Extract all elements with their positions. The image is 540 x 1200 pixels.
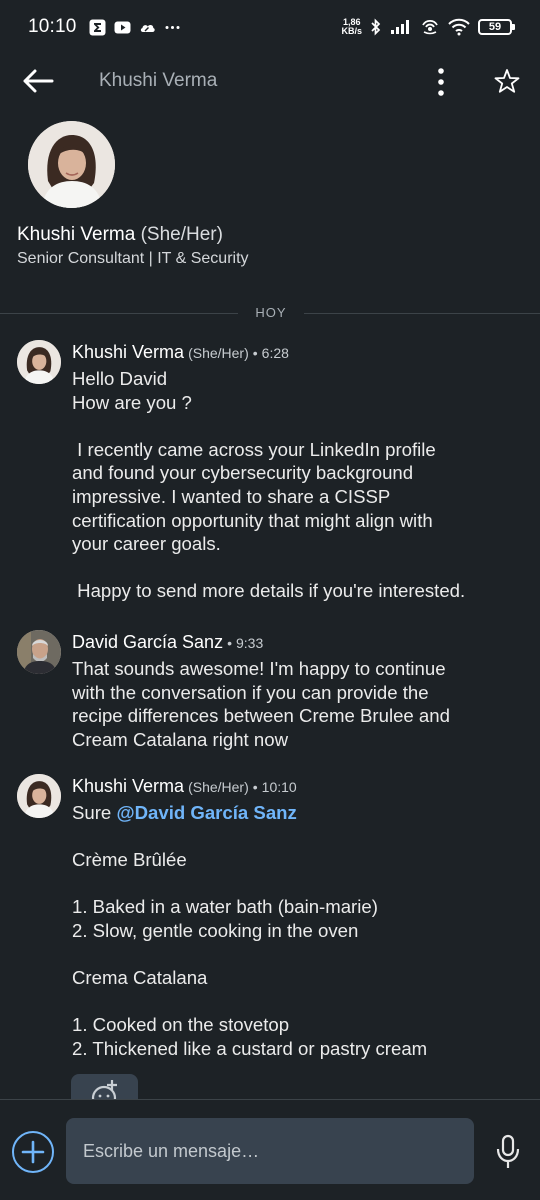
sender-name[interactable]: Khushi Verma bbox=[72, 342, 184, 362]
message-line: Cream Catalana right now bbox=[72, 728, 288, 750]
message-line: Crema Catalana bbox=[72, 967, 208, 989]
message-line: Hello David bbox=[72, 368, 168, 389]
separator-dot: • bbox=[252, 779, 258, 795]
message-line bbox=[72, 556, 522, 580]
message-body: That sounds awesome! I'm happy to contin… bbox=[72, 657, 522, 751]
message-body: Hello David How are you ? I recently cam… bbox=[72, 367, 522, 603]
message-composer bbox=[0, 1099, 540, 1200]
sender-name[interactable]: Khushi Verma bbox=[72, 776, 184, 796]
sender-photo bbox=[17, 340, 61, 384]
sender-avatar[interactable] bbox=[17, 774, 61, 818]
status-time: 10:10 bbox=[28, 16, 77, 37]
message-line: and found your cybersecurity background bbox=[72, 462, 414, 484]
message-line: recipe differences between Creme Brulee … bbox=[72, 705, 450, 727]
star-icon[interactable] bbox=[494, 68, 520, 94]
wifi-icon bbox=[448, 18, 470, 36]
message-line: I recently came across your LinkedIn pro… bbox=[72, 438, 436, 460]
back-button[interactable] bbox=[20, 64, 56, 98]
message-line: your career goals. bbox=[72, 533, 221, 555]
message-line: Happy to send more details if you're int… bbox=[72, 580, 466, 602]
message-time: 10:10 bbox=[261, 779, 297, 795]
message-input[interactable] bbox=[66, 1118, 474, 1184]
message-line: Crème Brûlée bbox=[72, 849, 187, 871]
day-divider-label: HOY bbox=[255, 305, 287, 320]
message-header: David García Sanz • 9:33 bbox=[72, 632, 263, 653]
profile-avatar[interactable] bbox=[28, 121, 115, 208]
separator-dot: • bbox=[227, 635, 232, 651]
status-left-icons bbox=[89, 19, 181, 36]
profile-name: Khushi Verma bbox=[17, 224, 136, 245]
microphone-icon[interactable] bbox=[494, 1134, 522, 1170]
add-icon bbox=[21, 1140, 45, 1164]
conversation-title[interactable]: Khushi Verma bbox=[99, 70, 217, 92]
message-line bbox=[72, 990, 522, 1014]
message-body: Sure @David García Sanz Crème Brûlée 1. … bbox=[72, 801, 522, 1061]
sender-avatar[interactable] bbox=[17, 340, 61, 384]
sender-pronouns: (She/Her) bbox=[188, 345, 249, 361]
sigma-app-icon bbox=[89, 19, 106, 35]
message-line: impressive. I wanted to share a CISSP bbox=[72, 485, 391, 507]
message-header: Khushi Verma (She/Her) • 6:28 bbox=[72, 342, 289, 363]
network-speed-unit: KB/s bbox=[341, 26, 362, 36]
status-bar: 10:10 1,86 KB/s 59 bbox=[0, 0, 540, 54]
mention-link[interactable]: @David García Sanz bbox=[116, 802, 296, 823]
signal-icon bbox=[391, 20, 409, 34]
profile-photo bbox=[28, 121, 115, 208]
message-line: 1. Cooked on the stovetop bbox=[72, 1014, 290, 1036]
profile-pronouns: (She/Her) bbox=[140, 224, 223, 245]
message-line: That sounds awesome! I'm happy to contin… bbox=[72, 658, 446, 679]
cloud-icon bbox=[140, 24, 155, 32]
message-line bbox=[72, 414, 522, 438]
message-line: 2. Thickened like a custard or pastry cr… bbox=[72, 1037, 428, 1059]
sender-pronouns: (She/Her) bbox=[188, 779, 249, 795]
separator-dot: • bbox=[252, 345, 258, 361]
day-divider: HOY bbox=[0, 303, 540, 323]
message-line: with the conversation if you can provide… bbox=[72, 681, 429, 703]
message-line bbox=[72, 825, 522, 849]
divider-line-right bbox=[304, 313, 540, 314]
sender-photo bbox=[17, 774, 61, 818]
message-line: certification opportunity that might ali… bbox=[72, 509, 433, 531]
message-line bbox=[72, 943, 522, 967]
bluetooth-icon bbox=[371, 18, 381, 36]
back-arrow-icon bbox=[23, 69, 54, 93]
app-bar: Khushi Verma bbox=[0, 54, 540, 108]
profile-name-line[interactable]: Khushi Verma (She/Her) bbox=[17, 224, 223, 246]
network-speed: 1,86 KB/s bbox=[341, 18, 362, 36]
divider-line-left bbox=[0, 313, 238, 314]
message-header: Khushi Verma (She/Her) • 10:10 bbox=[72, 776, 297, 797]
sender-photo bbox=[17, 630, 61, 674]
message-line: 2. Slow, gentle cooking in the oven bbox=[72, 919, 359, 941]
message-greeting: Sure bbox=[72, 802, 112, 823]
message-line: Sure @David García Sanz bbox=[72, 801, 522, 825]
profile-headline: Senior Consultant | IT & Security bbox=[17, 250, 249, 267]
youtube-icon bbox=[114, 21, 131, 33]
more-vertical-icon[interactable] bbox=[428, 66, 454, 98]
battery-icon: 59 bbox=[478, 19, 515, 35]
sender-name[interactable]: David García Sanz bbox=[72, 632, 223, 652]
sender-avatar[interactable] bbox=[17, 630, 61, 674]
status-right-icons: 1,86 KB/s 59 bbox=[341, 0, 515, 54]
message-line: 1. Baked in a water bath (bain-marie) bbox=[72, 896, 378, 918]
message-line bbox=[72, 872, 522, 896]
hotspot-icon bbox=[422, 19, 438, 35]
more-dots-icon bbox=[165, 25, 180, 29]
message-time: 9:33 bbox=[235, 635, 264, 651]
message-line: How are you ? bbox=[72, 391, 192, 413]
message-time: 6:28 bbox=[261, 345, 289, 361]
add-attachment-button[interactable] bbox=[12, 1131, 54, 1173]
